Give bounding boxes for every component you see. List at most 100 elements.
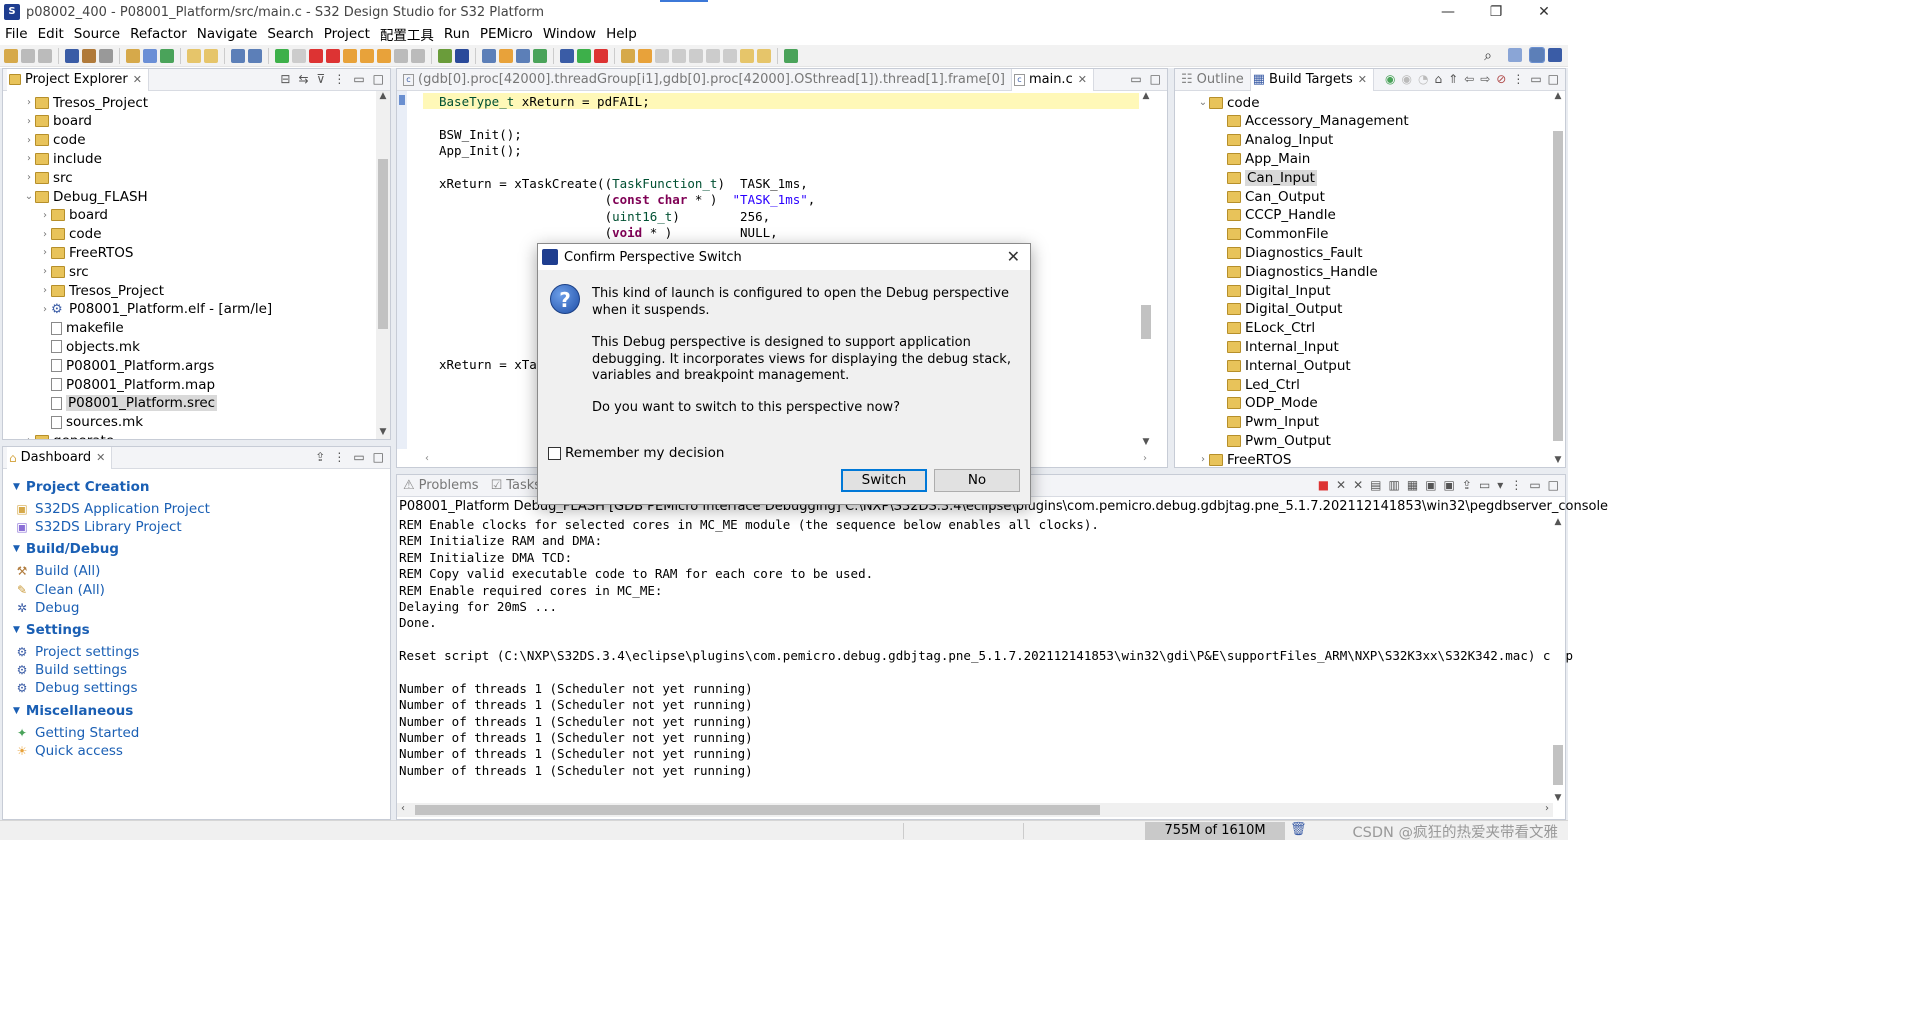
expand-arrow-icon[interactable]: ›	[23, 153, 35, 164]
expand-arrow-icon[interactable]: ›	[23, 172, 35, 183]
expand-arrow-icon[interactable]: ›	[1197, 454, 1209, 465]
expand-arrow-icon[interactable]: ›	[23, 97, 35, 108]
expand-arrow-icon[interactable]: ›	[39, 304, 51, 315]
minimize-view-icon[interactable]: ▭	[1130, 72, 1141, 86]
view-menu-icon[interactable]: ⋮	[333, 450, 345, 464]
expand-arrow-icon[interactable]: ›	[39, 247, 51, 258]
build-icon[interactable]	[82, 48, 96, 63]
open-console-icon[interactable]: ▾	[1497, 478, 1503, 492]
undo-icon[interactable]	[187, 48, 201, 63]
terminate-icon[interactable]: ■	[1318, 478, 1329, 492]
step-into-icon[interactable]	[343, 48, 357, 63]
clear-console-icon[interactable]: ▤	[1370, 478, 1381, 492]
expand-arrow-icon[interactable]: ›	[23, 135, 35, 146]
external-tools-icon[interactable]	[594, 48, 608, 63]
back-icon[interactable]	[740, 48, 754, 63]
menu-config-tools[interactable]: 配置工具	[375, 24, 439, 44]
tree-item[interactable]: › src	[23, 168, 73, 187]
menu-pemicro[interactable]: PEMicro	[475, 26, 538, 42]
tree-item[interactable]: › ⚙ P08001_Platform.elf - [arm/le]	[39, 300, 272, 319]
show-stderr-icon[interactable]: ▣	[1444, 478, 1455, 492]
new-target-icon[interactable]: ◉	[1401, 72, 1411, 86]
tree-item[interactable]: › code	[23, 131, 86, 150]
dashboard-section-header[interactable]: ▼ Settings	[13, 622, 90, 638]
tab-dashboard[interactable]: ⌂ Dashboard ✕	[7, 446, 113, 469]
tab-problems[interactable]: ⚠ Problems	[397, 478, 485, 493]
new-project-icon[interactable]	[126, 48, 140, 63]
build-target-icon[interactable]: ◉	[1385, 72, 1395, 86]
pen-icon[interactable]	[638, 48, 652, 63]
build-target-folder[interactable]: Digital_Input	[1215, 281, 1331, 300]
tree-item[interactable]: objects.mk	[39, 337, 140, 356]
tree-item[interactable]: › src	[39, 262, 89, 281]
open-perspective-icon[interactable]	[1508, 48, 1522, 62]
build-target-folder[interactable]: Internal_Output	[1215, 356, 1351, 375]
collapse-triangle-icon[interactable]: ▼	[13, 706, 20, 716]
dashboard-link[interactable]: ✎ Clean (All)	[15, 582, 105, 598]
display-console-icon[interactable]: ▭	[1479, 478, 1490, 492]
word-wrap-icon[interactable]: ▦	[1407, 478, 1418, 492]
collapse-triangle-icon[interactable]: ▼	[13, 482, 20, 492]
open-folder-icon[interactable]	[621, 48, 635, 63]
dashboard-link[interactable]: ⚙ Build settings	[15, 662, 127, 678]
maximize-view-icon[interactable]: □	[1150, 72, 1161, 86]
project-tree-scrollbar[interactable]: ▲ ▼	[376, 91, 390, 439]
tree-item[interactable]: sources.mk	[39, 413, 143, 432]
checkbox-box[interactable]	[548, 446, 561, 460]
remove-launch-icon[interactable]: ✕	[1336, 478, 1346, 492]
view-menu-icon[interactable]: ⋮	[1512, 72, 1524, 86]
menu-search[interactable]: Search	[262, 26, 318, 42]
build-target-folder[interactable]: Digital_Output	[1215, 300, 1342, 319]
view-menu-icon[interactable]: ⋮	[333, 72, 345, 86]
tree-item[interactable]: › board	[23, 112, 92, 131]
expand-arrow-icon[interactable]: ›	[39, 285, 51, 296]
step-over-icon[interactable]	[360, 48, 374, 63]
close-icon[interactable]: ✕	[1078, 73, 1087, 86]
dashboard-link[interactable]: ⚒ Build (All)	[15, 563, 101, 579]
build-target-folder[interactable]: Can_Output	[1215, 187, 1325, 206]
scroll-lock-icon[interactable]: ▥	[1389, 478, 1400, 492]
suspend-icon[interactable]	[292, 48, 306, 63]
collapse-triangle-icon[interactable]: ▼	[13, 544, 20, 554]
tab-debug-frame[interactable]: c (gdb[0].proc[42000].threadGroup[i1],gd…	[397, 72, 1011, 87]
save-all-icon[interactable]	[38, 48, 52, 63]
build-target-folder[interactable]: Pwm_Input	[1215, 413, 1319, 432]
maximize-button[interactable]: ❐	[1472, 0, 1520, 24]
close-icon[interactable]: ✕	[96, 451, 105, 464]
expand-arrow-icon[interactable]: ⌄	[23, 191, 35, 202]
peripherals-icon[interactable]	[482, 48, 496, 63]
build-target-folder[interactable]: Diagnostics_Fault	[1215, 243, 1363, 262]
menu-project[interactable]: Project	[319, 26, 375, 42]
close-icon[interactable]: ✕	[133, 73, 142, 86]
next-annotation-icon[interactable]	[706, 48, 720, 63]
dashboard-link[interactable]: ▣ S32DS Application Project	[15, 501, 210, 517]
dashboard-action-icon[interactable]: ⇪	[315, 450, 325, 464]
build-targets-scrollbar[interactable]: ▲ ▼	[1551, 91, 1565, 467]
build-target-folder[interactable]: ELock_Ctrl	[1215, 319, 1315, 338]
dialog-close-button[interactable]: ✕	[1007, 247, 1020, 266]
menu-file[interactable]: File	[0, 26, 33, 42]
console-vscroll[interactable]: ▲ ▼	[1551, 517, 1565, 805]
maximize-view-icon[interactable]: □	[1548, 478, 1559, 492]
build-target-folder[interactable]: Analog_Input	[1215, 131, 1333, 150]
expand-arrow-icon[interactable]: ›	[39, 266, 51, 277]
step-return-icon[interactable]	[377, 48, 391, 63]
expand-arrow-icon[interactable]: ›	[39, 210, 51, 221]
maximize-view-icon[interactable]: □	[1548, 72, 1559, 86]
tree-item[interactable]: › FreeRTOS	[39, 243, 134, 262]
tree-item[interactable]: P08001_Platform.srec	[39, 394, 218, 413]
pin-editor-icon[interactable]	[784, 48, 798, 63]
new-icon[interactable]	[4, 48, 18, 63]
tree-item[interactable]: P08001_Platform.map	[39, 375, 215, 394]
dashboard-link[interactable]: ✦ Getting Started	[15, 725, 139, 741]
tree-item[interactable]: makefile	[39, 319, 124, 338]
menu-run[interactable]: Run	[439, 26, 475, 42]
search-icon[interactable]: ⌕	[1484, 48, 1492, 64]
show-whitespace-icon[interactable]	[672, 48, 686, 63]
run-icon[interactable]	[577, 48, 591, 63]
dashboard-section-header[interactable]: ▼ Miscellaneous	[13, 703, 133, 719]
build-target-folder[interactable]: Internal_Input	[1215, 337, 1339, 356]
view-menu-icon[interactable]: ⋮	[1510, 478, 1522, 492]
build-target-folder[interactable]: › FreeRTOS	[1197, 450, 1292, 467]
terminal-icon[interactable]	[231, 48, 245, 63]
